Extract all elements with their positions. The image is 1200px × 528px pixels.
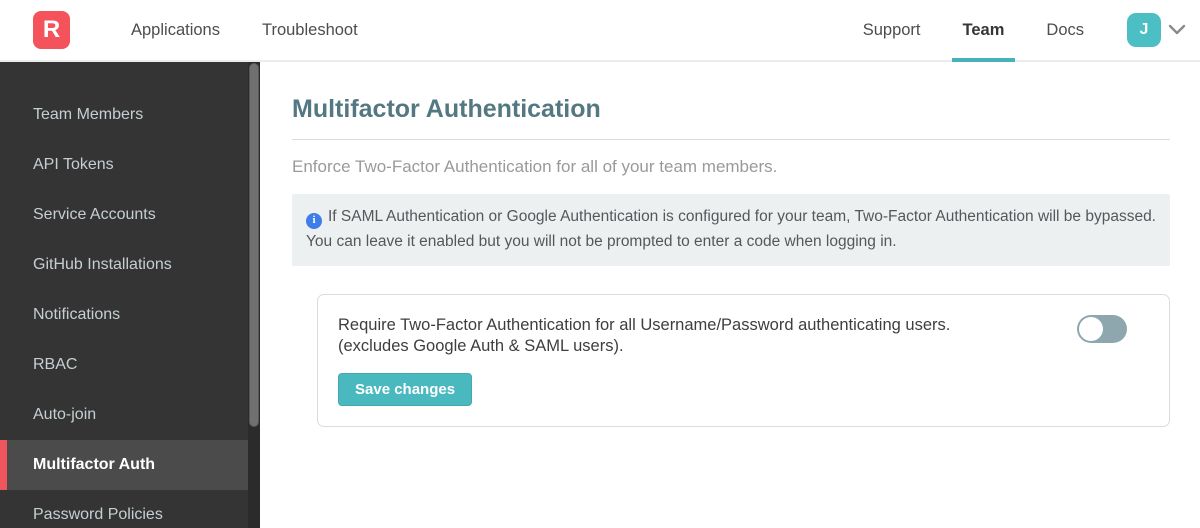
- sidebar-item-github-installations[interactable]: GitHub Installations: [0, 240, 248, 290]
- title-divider: [292, 139, 1170, 140]
- sidebar-item-auto-join[interactable]: Auto-join: [0, 390, 248, 440]
- setting-label-line2: (excludes Google Auth & SAML users).: [338, 336, 624, 355]
- sidebar-scrollbar-track[interactable]: [248, 62, 260, 528]
- chevron-down-icon[interactable]: [1168, 24, 1186, 36]
- nav-item-support[interactable]: Support: [852, 0, 932, 60]
- info-note: i If SAML Authentication or Google Authen…: [292, 194, 1170, 266]
- body-row: Team Members API Tokens Service Accounts…: [0, 62, 1200, 528]
- info-note-text: If SAML Authentication or Google Authent…: [306, 208, 1156, 250]
- toggle-knob: [1079, 316, 1103, 341]
- mfa-setting-card: Require Two-Factor Authentication for al…: [317, 293, 1170, 427]
- sidebar-item-multifactor-auth[interactable]: Multifactor Auth: [0, 440, 248, 490]
- nav-item-applications[interactable]: Applications: [120, 0, 231, 60]
- require-2fa-toggle[interactable]: [1077, 314, 1127, 343]
- nav-item-team[interactable]: Team: [951, 0, 1016, 62]
- sidebar-scrollbar-thumb[interactable]: [249, 63, 259, 427]
- info-icon: i: [306, 212, 322, 229]
- page-title: Multifactor Authentication: [292, 95, 601, 123]
- secondary-nav: Support Team Docs: [842, 0, 1105, 62]
- settings-sidebar: Team Members API Tokens Service Accounts…: [0, 62, 260, 528]
- main-content: Multifactor Authentication Enforce Two-F…: [260, 62, 1200, 528]
- save-changes-button[interactable]: Save changes: [338, 372, 473, 406]
- sidebar-item-api-tokens[interactable]: API Tokens: [0, 140, 248, 190]
- user-avatar[interactable]: J: [1127, 13, 1161, 47]
- rollbar-logo[interactable]: R: [33, 11, 70, 49]
- sidebar-item-password-policies[interactable]: Password Policies: [0, 490, 248, 528]
- page-description: Enforce Two-Factor Authentication for al…: [292, 157, 778, 176]
- setting-label-line1: Require Two-Factor Authentication for al…: [338, 315, 951, 334]
- sidebar-item-service-accounts[interactable]: Service Accounts: [0, 190, 248, 240]
- nav-item-troubleshoot[interactable]: Troubleshoot: [251, 0, 369, 60]
- top-header: R Applications Troubleshoot Support Team…: [0, 0, 1200, 62]
- sidebar-item-notifications[interactable]: Notifications: [0, 290, 248, 340]
- nav-item-docs[interactable]: Docs: [1035, 0, 1095, 60]
- sidebar-item-team-members[interactable]: Team Members: [0, 90, 248, 140]
- primary-nav: Applications Troubleshoot: [110, 0, 379, 60]
- sidebar-item-rbac[interactable]: RBAC: [0, 340, 248, 390]
- setting-label: Require Two-Factor Authentication for al…: [338, 315, 950, 357]
